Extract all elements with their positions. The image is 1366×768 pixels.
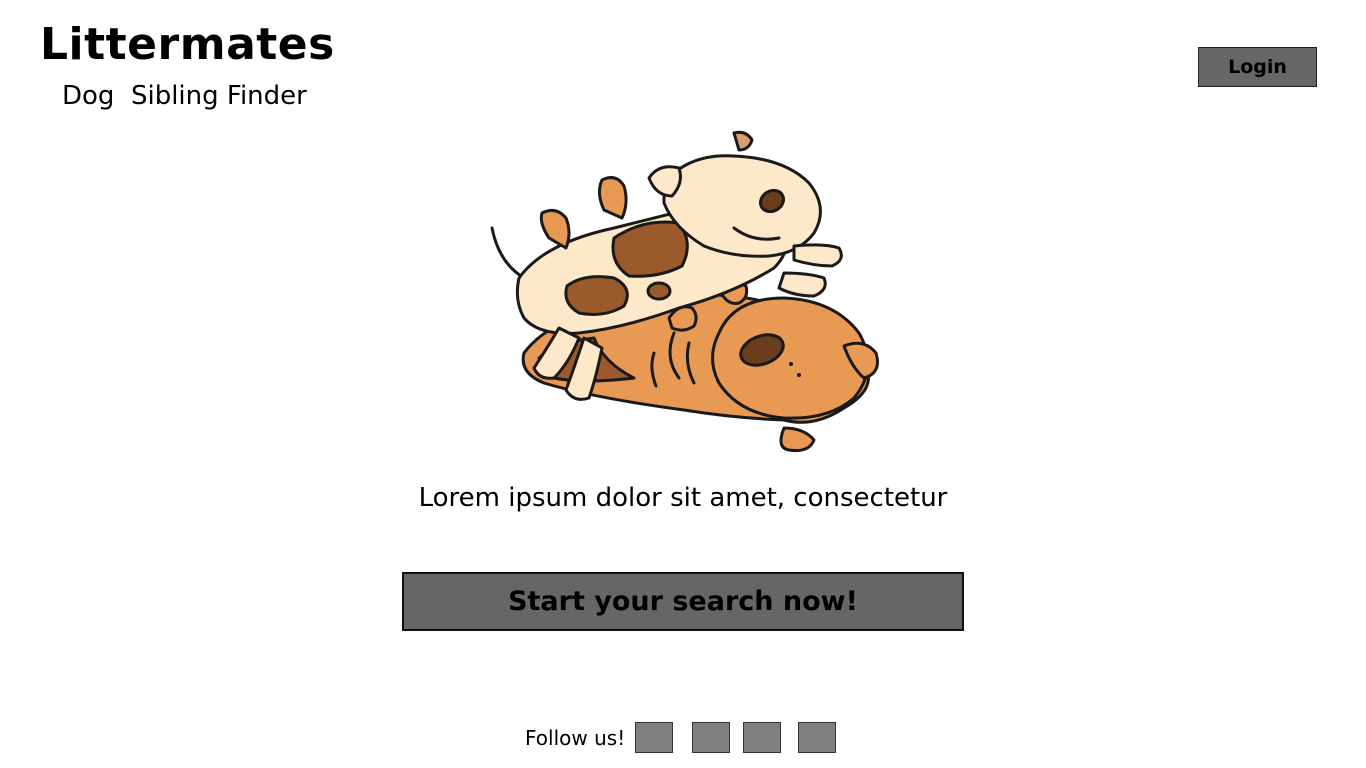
follow-us-section: Follow us!: [525, 721, 837, 754]
site-subtitle: Dog Sibling Finder: [62, 81, 307, 111]
social-icon-4[interactable]: [798, 722, 837, 753]
login-button[interactable]: Login: [1198, 47, 1317, 87]
site-title: Littermates: [40, 19, 335, 70]
puppies-illustration: [490, 130, 879, 452]
social-icon-3[interactable]: [743, 722, 782, 753]
follow-us-label: Follow us!: [525, 725, 626, 750]
tagline: Lorem ipsum dolor sit amet, consectetur: [418, 483, 948, 513]
social-icon-1[interactable]: [635, 722, 674, 753]
landing-page: Littermates Dog Sibling Finder Login Lor…: [0, 0, 1366, 768]
social-icon-2[interactable]: [692, 722, 731, 753]
start-search-button[interactable]: Start your search now!: [402, 572, 964, 631]
